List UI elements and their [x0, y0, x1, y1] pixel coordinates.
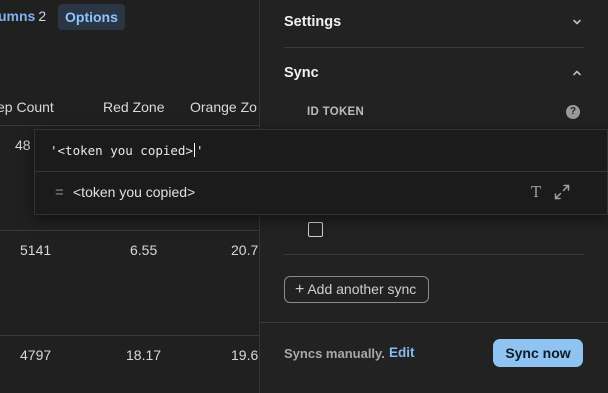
table-cell[interactable]: 5141: [20, 242, 51, 258]
chevron-down-icon[interactable]: [572, 17, 582, 27]
options-button[interactable]: Options: [58, 4, 125, 30]
columns-count: 2: [38, 8, 47, 24]
row-divider: [0, 230, 259, 231]
expand-icon[interactable]: [553, 183, 571, 201]
formula-popup: '<token you copied> ' = <token you copied…: [34, 129, 608, 215]
suggestion-text: <token you copied>: [73, 184, 196, 200]
formula-input-text[interactable]: '<token you copied> ': [50, 143, 204, 158]
app-window: umns 2 Options ep Count Red Zone Orange Z…: [0, 0, 608, 393]
column-header-step-count[interactable]: ep Count: [0, 99, 54, 115]
add-sync-label: Add another sync: [307, 281, 417, 297]
help-icon[interactable]: ?: [566, 105, 580, 119]
section-divider: [284, 254, 584, 255]
plus-icon: +: [295, 281, 305, 298]
text-type-icon[interactable]: T: [531, 183, 541, 201]
table-toolbar: umns 2 Options: [0, 0, 259, 40]
table-cell[interactable]: 20.7: [231, 242, 258, 258]
edit-link[interactable]: Edit: [389, 345, 415, 360]
row-divider: [0, 125, 259, 126]
table-cell[interactable]: 4797: [20, 347, 51, 363]
row-divider: [0, 335, 259, 336]
formula-text-before-caret: '<token you copied>: [50, 143, 193, 158]
id-token-label: ID TOKEN: [307, 106, 365, 118]
table-cell[interactable]: 48: [15, 137, 31, 153]
sync-now-button[interactable]: Sync now: [493, 339, 583, 367]
chevron-up-icon[interactable]: [572, 68, 582, 78]
formula-text-after-caret: ': [196, 143, 204, 158]
column-header-orange-zone[interactable]: Orange Zo: [190, 99, 257, 115]
text-caret: [194, 143, 195, 157]
sync-status-text: Syncs manually.: [284, 346, 385, 361]
column-header-red-zone[interactable]: Red Zone: [103, 99, 164, 115]
table-cell[interactable]: 6.55: [130, 242, 157, 258]
table-cell[interactable]: 18.17: [126, 347, 161, 363]
table-cell[interactable]: 19.6: [231, 347, 258, 363]
columns-label: umns: [0, 8, 36, 24]
formula-input[interactable]: '<token you copied> ': [35, 130, 607, 172]
add-another-sync-button[interactable]: + Add another sync: [284, 276, 430, 303]
sync-section-title[interactable]: Sync: [284, 65, 319, 81]
footer-divider: [260, 322, 608, 323]
formula-suggestion[interactable]: = <token you copied> T: [35, 172, 607, 214]
settings-section-title[interactable]: Settings: [284, 14, 341, 30]
equals-icon: =: [55, 184, 64, 201]
sync-checkbox[interactable]: [308, 222, 323, 237]
section-divider: [284, 47, 584, 48]
columns-button[interactable]: umns 2: [0, 8, 46, 24]
